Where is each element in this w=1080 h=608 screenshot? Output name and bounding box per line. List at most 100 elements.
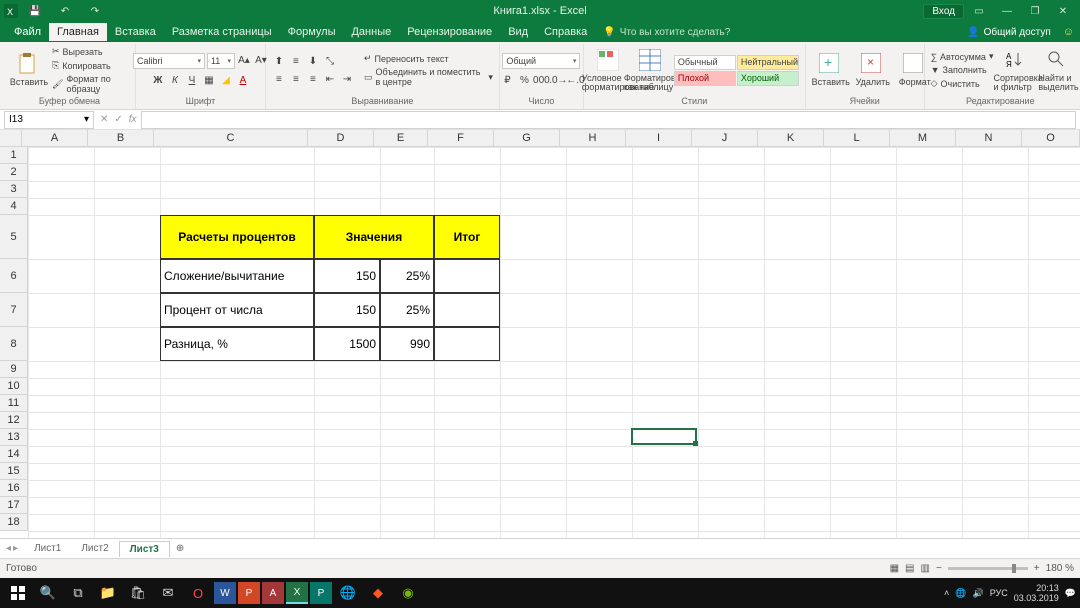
publisher-icon[interactable]: P (310, 582, 332, 604)
search-icon[interactable]: 🔍 (34, 579, 62, 607)
tab-home[interactable]: Главная (49, 23, 107, 41)
fill-button[interactable]: ▼Заполнить (931, 65, 994, 75)
align-right-icon[interactable]: ≡ (306, 72, 320, 86)
orientation-icon[interactable]: ⤡ (323, 54, 337, 68)
style-neutral[interactable]: Нейтральный (737, 55, 799, 70)
chrome-icon[interactable]: 🌐 (334, 579, 362, 607)
tray-globe-icon[interactable]: 🌐 (955, 588, 966, 599)
cell-D8[interactable]: 1500 (314, 327, 380, 361)
smiley-icon[interactable]: ☺ (1063, 26, 1074, 38)
undo-icon[interactable]: ↶ (52, 1, 78, 21)
indent-dec-icon[interactable]: ⇤ (323, 72, 337, 86)
row-header-14[interactable]: 14 (0, 446, 28, 463)
share-button[interactable]: 👤Общий доступ (967, 27, 1051, 38)
align-center-icon[interactable]: ≡ (289, 72, 303, 86)
zoom-out-icon[interactable]: − (936, 563, 942, 574)
row-header-15[interactable]: 15 (0, 463, 28, 480)
login-button[interactable]: Вход (923, 4, 964, 19)
decrease-decimal-icon[interactable]: ←.0 (568, 73, 582, 87)
row-header-4[interactable]: 4 (0, 198, 28, 215)
tell-me[interactable]: 💡Что вы хотите сделать? (603, 27, 730, 38)
tray-up-icon[interactable]: ˄ (944, 588, 949, 598)
sheet-tab-1[interactable]: Лист1 (24, 541, 71, 556)
sheet-tab-3[interactable]: Лист3 (119, 541, 170, 557)
view-layout-icon[interactable]: ▤ (905, 563, 914, 574)
row-header-13[interactable]: 13 (0, 429, 28, 446)
word-icon[interactable]: W (214, 582, 236, 604)
tab-data[interactable]: Данные (343, 23, 399, 41)
tab-review[interactable]: Рецензирование (399, 23, 500, 41)
cell-E8[interactable]: 990 (380, 327, 434, 361)
col-header-I[interactable]: I (626, 130, 692, 147)
cell-C8[interactable]: Разница, % (160, 327, 314, 361)
paste-button[interactable]: Вставить (10, 53, 48, 87)
wrap-text-button[interactable]: ↵Переносить текст (364, 53, 493, 64)
comma-icon[interactable]: 000 (534, 73, 548, 87)
notifications-icon[interactable]: 💬 (1065, 588, 1076, 599)
row-header-16[interactable]: 16 (0, 480, 28, 497)
sort-filter-button[interactable]: AЯСортировка и фильтр (997, 49, 1035, 92)
format-painter-button[interactable]: 🖌Формат по образцу (52, 74, 129, 94)
cells-area[interactable]: Расчеты процентовЗначенияИтогСложение/вы… (28, 147, 1080, 538)
border-button[interactable]: ▦ (202, 73, 216, 87)
tab-insert[interactable]: Вставка (107, 23, 164, 41)
row-header-5[interactable]: 5 (0, 215, 28, 259)
zoom-level[interactable]: 180 % (1046, 563, 1074, 574)
start-button[interactable] (4, 579, 32, 607)
indent-inc-icon[interactable]: ⇥ (340, 72, 354, 86)
currency-icon[interactable]: ₽ (500, 73, 514, 87)
tab-formulas[interactable]: Формулы (280, 23, 344, 41)
enter-formula-icon[interactable]: ✓ (114, 114, 122, 125)
save-icon[interactable]: 💾 (22, 1, 48, 21)
minimize-icon[interactable]: — (994, 1, 1020, 21)
italic-button[interactable]: К (168, 73, 182, 87)
copy-button[interactable]: ⎘Копировать (52, 60, 129, 71)
tab-layout[interactable]: Разметка страницы (164, 23, 280, 41)
sheet-tab-2[interactable]: Лист2 (71, 541, 118, 556)
row-header-9[interactable]: 9 (0, 361, 28, 378)
view-normal-icon[interactable]: ▦ (890, 563, 899, 574)
nvidia-icon[interactable]: ◉ (394, 579, 422, 607)
mail-icon[interactable]: ✉ (154, 579, 182, 607)
font-size-select[interactable]: 11▾ (207, 53, 235, 69)
bold-button[interactable]: Ж (151, 73, 165, 87)
row-header-6[interactable]: 6 (0, 259, 28, 293)
col-header-M[interactable]: M (890, 130, 956, 147)
cell-C7[interactable]: Процент от числа (160, 293, 314, 327)
zoom-in-icon[interactable]: + (1034, 563, 1040, 574)
name-box[interactable]: I13▾ (4, 111, 94, 129)
font-name-select[interactable]: Calibri▾ (133, 53, 205, 69)
row-header-17[interactable]: 17 (0, 497, 28, 514)
row-header-3[interactable]: 3 (0, 181, 28, 198)
cell-styles-gallery[interactable]: Обычный Нейтральный Плохой Хороший (674, 55, 799, 86)
cell-D7[interactable]: 150 (314, 293, 380, 327)
percent-icon[interactable]: % (517, 73, 531, 87)
row-header-11[interactable]: 11 (0, 395, 28, 412)
col-header-N[interactable]: N (956, 130, 1022, 147)
clear-button[interactable]: ◇Очистить (931, 78, 994, 89)
zoom-slider[interactable] (948, 567, 1028, 570)
cell-D5[interactable]: Значения (314, 215, 434, 259)
number-format-select[interactable]: Общий▾ (502, 53, 580, 69)
col-header-D[interactable]: D (308, 130, 374, 147)
cell-E7[interactable]: 25% (380, 293, 434, 327)
cell-F5[interactable]: Итог (434, 215, 500, 259)
fx-icon[interactable]: fx (129, 114, 137, 125)
col-header-L[interactable]: L (824, 130, 890, 147)
underline-button[interactable]: Ч (185, 73, 199, 87)
cell-D6[interactable]: 150 (314, 259, 380, 293)
find-select-button[interactable]: Найти и выделить (1039, 49, 1077, 92)
align-left-icon[interactable]: ≡ (272, 72, 286, 86)
col-header-B[interactable]: B (88, 130, 154, 147)
conditional-formatting-button[interactable]: Условное форматирование (590, 49, 628, 92)
col-header-J[interactable]: J (692, 130, 758, 147)
task-view-icon[interactable]: ⧉ (64, 579, 92, 607)
tab-view[interactable]: Вид (500, 23, 536, 41)
row-header-1[interactable]: 1 (0, 147, 28, 164)
col-header-A[interactable]: A (22, 130, 88, 147)
align-bottom-icon[interactable]: ⬇ (306, 54, 320, 68)
col-header-H[interactable]: H (560, 130, 626, 147)
opera-icon[interactable]: O (184, 579, 212, 607)
tab-help[interactable]: Справка (536, 23, 595, 41)
row-header-18[interactable]: 18 (0, 514, 28, 531)
